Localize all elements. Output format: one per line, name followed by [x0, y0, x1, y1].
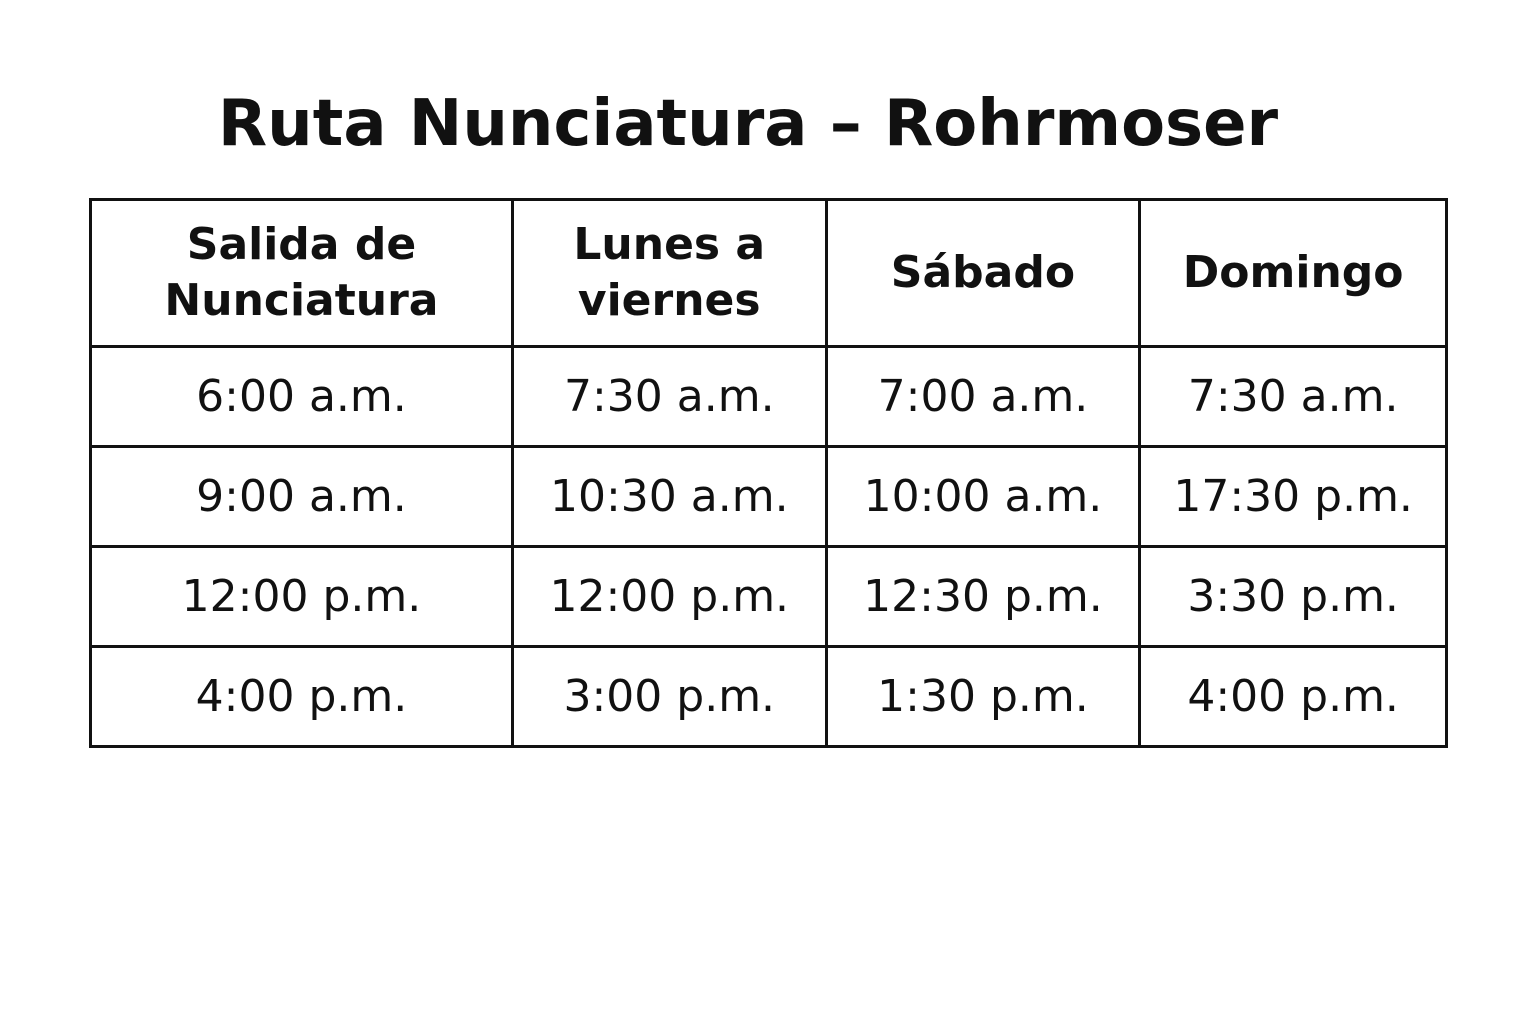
- table-row: 12:00 p.m. 12:00 p.m. 12:30 p.m. 3:30 p.…: [89, 545, 1448, 648]
- table-cell: 10:30 a.m.: [510, 445, 828, 548]
- table-cell: 9:00 a.m.: [89, 445, 514, 548]
- table-cell: 3:30 p.m.: [1138, 545, 1448, 648]
- header-domingo: Domingo: [1138, 198, 1448, 348]
- table-cell: 4:00 p.m.: [1138, 645, 1448, 748]
- table-cell: 7:30 a.m.: [510, 345, 828, 448]
- header-sabado: Sábado: [824, 198, 1142, 348]
- schedule-table: Salida de Nunciatura Lunes a viernes Sáb…: [89, 198, 1448, 748]
- header-salida-de-nunciatura: Salida de Nunciatura: [89, 198, 514, 348]
- table-cell: 7:00 a.m.: [824, 345, 1142, 448]
- table-cell: 12:00 p.m.: [89, 545, 514, 648]
- table-cell: 3:00 p.m.: [510, 645, 828, 748]
- table-cell: 10:00 a.m.: [824, 445, 1142, 548]
- table-cell: 12:30 p.m.: [824, 545, 1142, 648]
- table-row: 6:00 a.m. 7:30 a.m. 7:00 a.m. 7:30 a.m.: [89, 345, 1448, 448]
- table-cell: 12:00 p.m.: [510, 545, 828, 648]
- table-cell: 6:00 a.m.: [89, 345, 514, 448]
- page-title: Ruta Nunciatura – Rohrmoser: [217, 87, 1279, 161]
- table-header-row: Salida de Nunciatura Lunes a viernes Sáb…: [89, 198, 1448, 348]
- table-row: 9:00 a.m. 10:30 a.m. 10:00 a.m. 17:30 p.…: [89, 445, 1448, 548]
- table-row: 4:00 p.m. 3:00 p.m. 1:30 p.m. 4:00 p.m.: [89, 645, 1448, 748]
- table-cell: 7:30 a.m.: [1138, 345, 1448, 448]
- table-cell: 1:30 p.m.: [824, 645, 1142, 748]
- table-cell: 17:30 p.m.: [1138, 445, 1448, 548]
- header-lunes-a-viernes: Lunes a viernes: [510, 198, 828, 348]
- table-cell: 4:00 p.m.: [89, 645, 514, 748]
